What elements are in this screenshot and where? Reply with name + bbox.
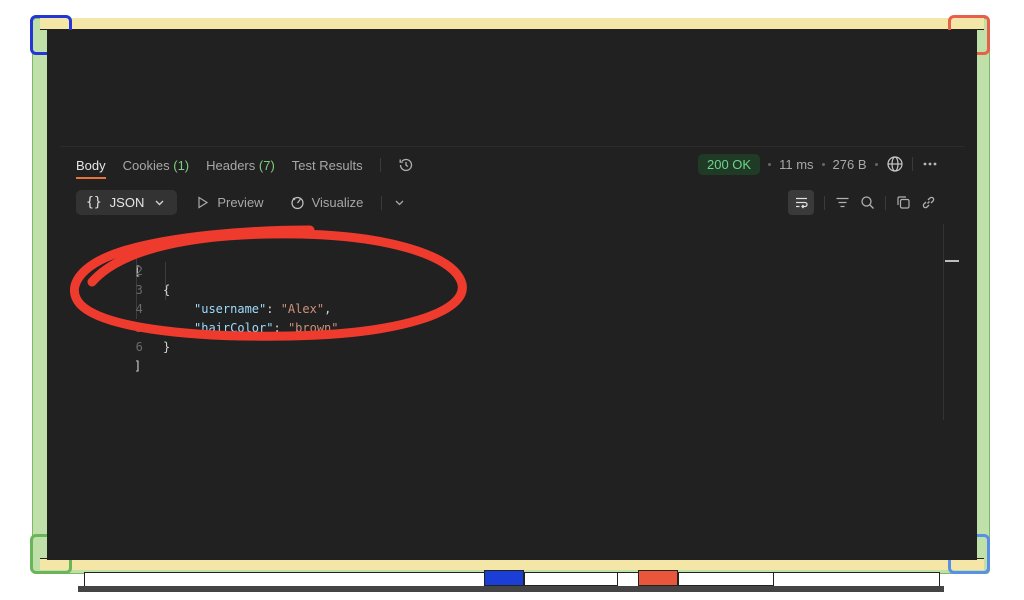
frame-top-edge: [40, 18, 984, 30]
json-key: "hairColor": [194, 321, 274, 335]
code-line: 1 [: [86, 224, 143, 278]
dot-separator: [821, 162, 825, 166]
marker-tray-rail: [78, 586, 944, 592]
wrap-lines-button[interactable]: [788, 190, 814, 215]
divider: [379, 158, 381, 172]
preview-label: Preview: [217, 195, 264, 210]
format-label: JSON: [109, 195, 145, 210]
code-line: 3 "username": "Alex",: [86, 262, 332, 316]
link-icon[interactable]: [921, 195, 936, 210]
json-colon: :: [266, 302, 281, 316]
copy-icon[interactable]: [896, 195, 911, 210]
json-value: "brown": [287, 321, 339, 335]
visualize-icon: [290, 196, 304, 210]
divider: [885, 195, 886, 210]
response-body-viewer[interactable]: 1 [ 2 { 3 "username": "Alex", 4 "hairCol…: [86, 224, 339, 373]
json-value: "Alex": [280, 302, 325, 316]
response-panel: [60, 146, 965, 424]
body-toolbar: {} JSON Preview Visualize: [76, 190, 407, 215]
format-select[interactable]: {} JSON: [76, 190, 178, 215]
code-line: 2 {: [86, 243, 171, 297]
scrollbar-thumb[interactable]: [945, 260, 959, 262]
code-line: 5 }: [86, 300, 171, 354]
tab-test-results[interactable]: Test Results: [292, 158, 363, 173]
search-icon[interactable]: [860, 195, 875, 210]
code-text: }: [163, 340, 171, 354]
more-icon[interactable]: [921, 155, 939, 173]
tab-cookies[interactable]: Cookies (1): [123, 158, 189, 173]
scrollbar-track[interactable]: [943, 224, 944, 420]
marker-body: [678, 572, 774, 586]
status-badge[interactable]: 200 OK: [698, 153, 761, 175]
response-size[interactable]: 276 B: [833, 157, 867, 172]
tab-body[interactable]: Body: [76, 158, 106, 179]
response-time[interactable]: 11 ms: [779, 157, 813, 172]
filter-icon[interactable]: [835, 195, 850, 210]
json-key: "username": [194, 302, 267, 316]
divider: [381, 195, 383, 210]
wrap-icon: [795, 197, 808, 209]
red-marker: [638, 570, 678, 586]
divider: [824, 195, 825, 210]
chevron-down-icon: [155, 200, 164, 206]
history-icon[interactable]: [398, 157, 414, 173]
chevron-down-icon[interactable]: [392, 195, 407, 210]
code-text: {: [163, 283, 171, 297]
code-text: ]: [134, 359, 142, 373]
preview-button[interactable]: Preview: [187, 190, 271, 215]
braces-icon: {}: [86, 195, 102, 210]
body-actions: [788, 190, 936, 215]
globe-icon[interactable]: [886, 155, 904, 173]
tab-headers[interactable]: Headers (7): [206, 158, 275, 173]
dot-separator: [874, 162, 878, 166]
play-icon: [198, 196, 209, 209]
json-colon: :: [273, 321, 288, 335]
blue-marker: [484, 570, 524, 586]
code-line: 6 ]: [86, 319, 143, 373]
dot-separator: [768, 162, 772, 166]
marker-body: [524, 572, 618, 586]
json-comma: ,: [324, 302, 332, 316]
response-tabs: Body Cookies (1) Headers (7) Test Result…: [76, 155, 414, 179]
response-status: 200 OK 11 ms 276 B: [698, 152, 939, 176]
visualize-button[interactable]: Visualize: [282, 190, 372, 215]
line-number: 6: [135, 340, 143, 354]
visualize-label: Visualize: [311, 195, 364, 210]
divider: [911, 157, 913, 171]
code-line: 4 "hairColor": "brown": [86, 281, 339, 335]
